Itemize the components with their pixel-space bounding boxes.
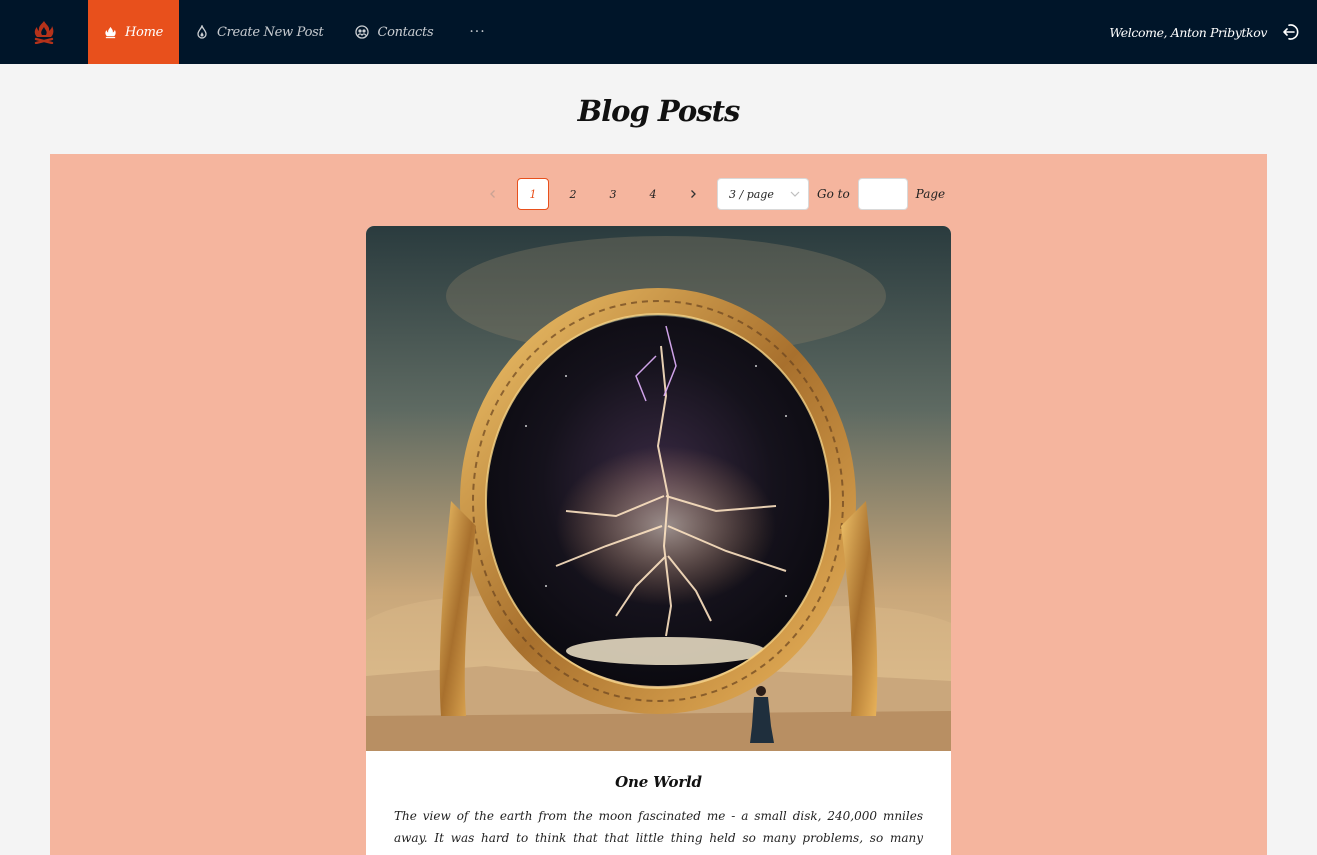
post-card-body: One World The view of the earth from the… [366, 751, 951, 855]
top-navigation-bar: Home Create New Post Contacts ··· Welcom… [0, 0, 1317, 64]
pagination: 1 2 3 4 3 / page Go to Page [477, 178, 945, 210]
home-icon [104, 25, 117, 39]
nav-home-label: Home [125, 24, 163, 40]
nav-create-post-label: Create New Post [217, 24, 324, 40]
next-icon [691, 190, 696, 198]
page-size-value: 3 / page [729, 187, 774, 201]
page-button-4[interactable]: 4 [637, 178, 669, 210]
post-description: The view of the earth from the moon fasc… [394, 809, 923, 855]
posts-panel: 1 2 3 4 3 / page Go to Page One World Th… [50, 154, 1267, 855]
welcome-message: Welcome, Anton Pribytkov [1109, 24, 1267, 40]
post-title: One World [615, 773, 702, 791]
prev-icon [490, 190, 495, 198]
nav-create-post[interactable]: Create New Post [179, 0, 339, 64]
logout-icon[interactable] [1281, 22, 1301, 42]
goto-page-suffix: Page [915, 187, 946, 201]
create-post-icon [195, 25, 209, 39]
goto-label: Go to [817, 187, 850, 201]
prev-page-button[interactable] [477, 178, 509, 210]
next-page-button[interactable] [677, 178, 709, 210]
chevron-down-icon [790, 191, 800, 197]
main-menu: Home Create New Post Contacts ··· [88, 0, 506, 64]
page-button-3[interactable]: 3 [597, 178, 629, 210]
logo-icon[interactable] [0, 0, 88, 64]
contacts-icon [355, 25, 370, 39]
post-card[interactable]: One World The view of the earth from the… [366, 226, 951, 855]
page-size-select[interactable]: 3 / page [717, 178, 809, 210]
nav-home[interactable]: Home [88, 0, 179, 64]
post-cover-image [366, 226, 951, 751]
page-title: Blog Posts [577, 94, 741, 128]
nav-more-menu[interactable]: ··· [449, 0, 505, 64]
page-button-2[interactable]: 2 [557, 178, 589, 210]
page-button-1[interactable]: 1 [517, 178, 549, 210]
nav-contacts[interactable]: Contacts [339, 0, 449, 64]
nav-contacts-label: Contacts [377, 24, 434, 40]
goto-page-input[interactable] [857, 178, 908, 210]
